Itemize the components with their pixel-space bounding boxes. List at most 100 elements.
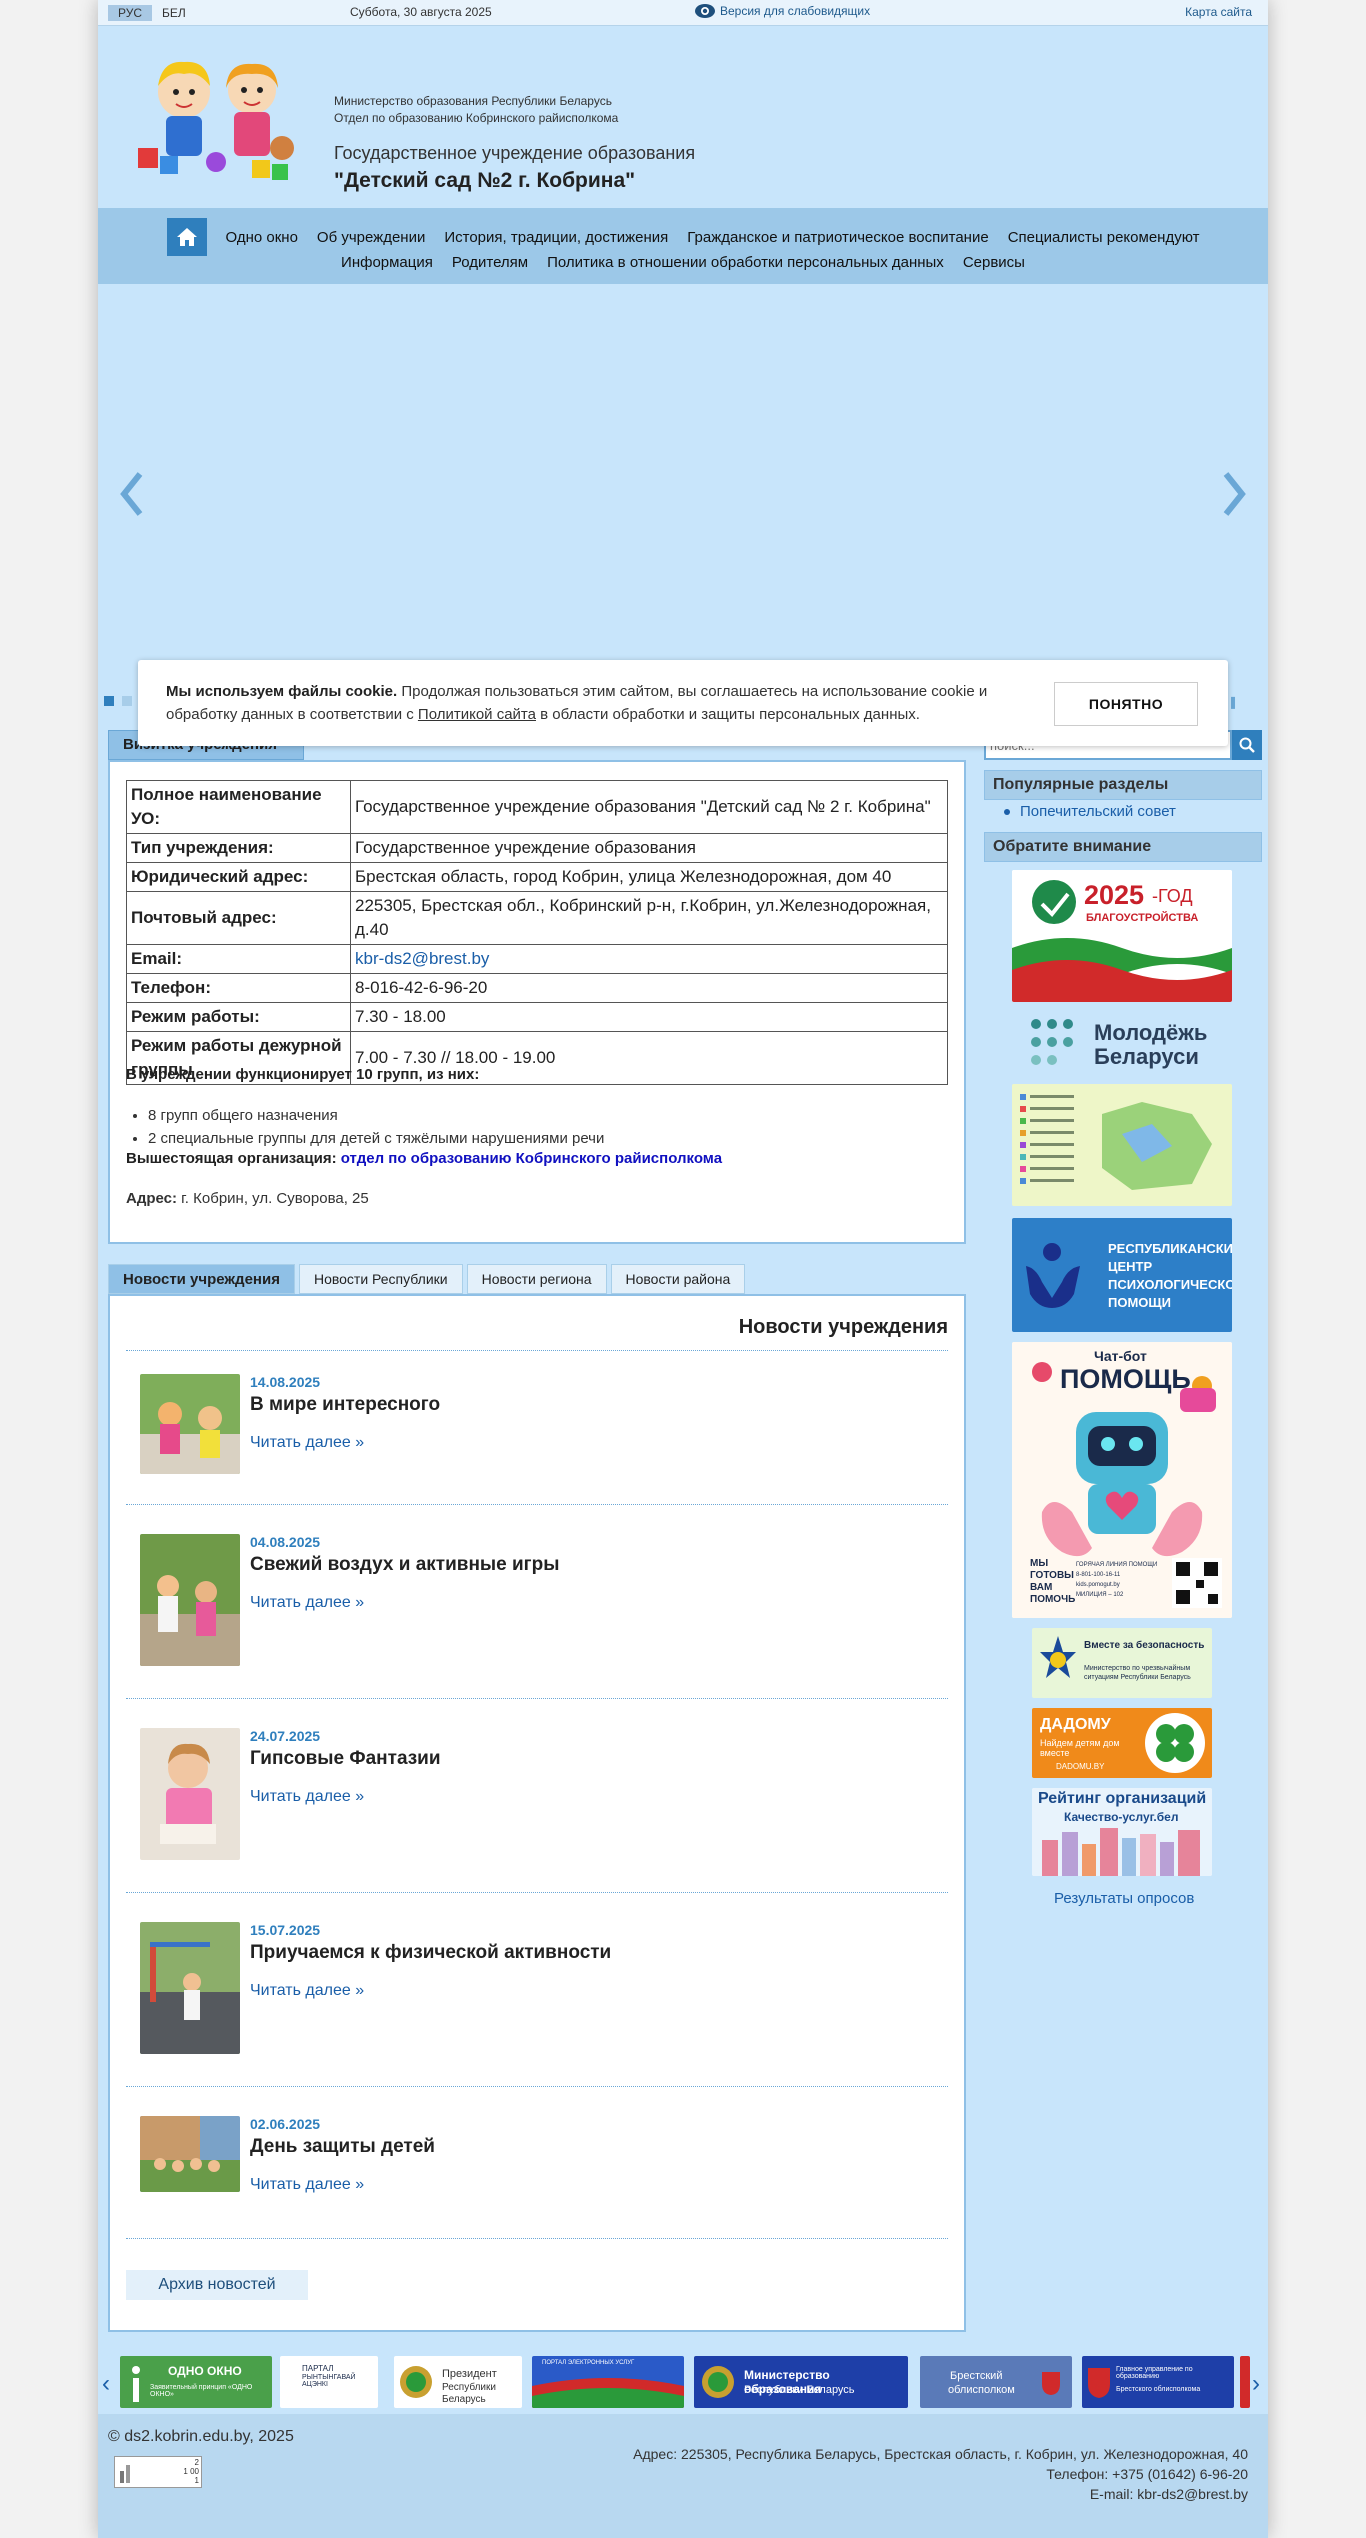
news-thumbnail[interactable] bbox=[140, 1374, 240, 1474]
banner-youth-belarus[interactable]: Молодёжь Беларуси bbox=[1012, 1010, 1232, 1072]
chatbot-title1: Чат-бот bbox=[1094, 1348, 1147, 1364]
partner-logo[interactable]: ПАРТАЛ РЫНТЫНГАВАЙ АЦЭНКІ bbox=[280, 2356, 378, 2408]
news-card: Новости учреждения 14.08.2025 В мире инт… bbox=[108, 1294, 966, 2332]
psych-center-line1: РЕСПУБЛИКАНСКИЙ bbox=[1108, 1241, 1232, 1256]
partner-logo[interactable]: Президент Республики Беларусь bbox=[394, 2356, 522, 2408]
table-row: Почтовый адрес: 225305, Брестская обл., … bbox=[126, 891, 948, 945]
nav-item-services[interactable]: Сервисы bbox=[963, 254, 1025, 271]
home-button[interactable] bbox=[166, 218, 207, 256]
superior-link[interactable]: отдел по образованию Кобринского райиспо… bbox=[341, 1150, 722, 1167]
lang-ru[interactable]: РУС bbox=[108, 5, 153, 21]
chatbot-info: ГОРЯЧАЯ ЛИНИЯ ПОМОЩИ 8-801-100-16-11 kid… bbox=[1076, 1560, 1166, 1600]
table-row: Полное наименование УО: Государственное … bbox=[126, 780, 948, 834]
banner-safety[interactable]: Вместе за безопасность Министерство по ч… bbox=[1032, 1628, 1212, 1698]
nav-item-civic-education[interactable]: Гражданское и патриотическое воспитание bbox=[687, 229, 988, 246]
visit-counter[interactable]: 2 1 00 1 bbox=[114, 2456, 202, 2488]
counter-value-1: 2 bbox=[194, 2458, 199, 2467]
news-title[interactable]: Гипсовые Фантазии bbox=[250, 1748, 441, 1770]
sitemap-link[interactable]: Карта сайта bbox=[1185, 5, 1252, 19]
news-thumbnail[interactable] bbox=[140, 2116, 240, 2192]
news-thumbnail[interactable] bbox=[140, 1922, 240, 2054]
slider-dot[interactable] bbox=[122, 696, 132, 706]
cookie-text-2: в области обработки и защиты персональны… bbox=[535, 706, 920, 723]
slider-prev-icon[interactable] bbox=[112, 464, 152, 524]
partner-logo-line2: облисполком bbox=[948, 2384, 1015, 2396]
partner-logo[interactable]: Министерство образования Республики Бела… bbox=[694, 2356, 908, 2408]
table-row: Режим работы: 7.30 - 18.00 bbox=[126, 1002, 948, 1032]
banner-psych-center[interactable]: РЕСПУБЛИКАНСКИЙ ЦЕНТР ПСИХОЛОГИЧЕСКОЙ ПО… bbox=[1012, 1218, 1232, 1332]
safety-line2: Министерство по чрезвычайным ситуациям Р… bbox=[1084, 1665, 1191, 1681]
chatbot-info-2: 8-801-100-16-11 bbox=[1076, 1572, 1121, 1578]
read-more-link[interactable]: Читать далее » bbox=[250, 1982, 364, 2000]
nav-item-one-window[interactable]: Одно окно bbox=[226, 229, 298, 246]
trustee-council-link[interactable]: Попечительский совет bbox=[1020, 803, 1176, 820]
row-value: Государственное учреждение образования bbox=[350, 833, 948, 863]
map-icon bbox=[1012, 1084, 1232, 1206]
news-archive-button[interactable]: Архив новостей bbox=[126, 2270, 308, 2300]
news-thumbnail[interactable] bbox=[140, 1534, 240, 1666]
read-more-link[interactable]: Читать далее » bbox=[250, 1594, 364, 1612]
list-item: 8 групп общего назначения bbox=[148, 1104, 604, 1127]
carousel-prev-icon[interactable]: ‹ bbox=[102, 2370, 110, 2398]
banner-map[interactable] bbox=[1012, 1084, 1232, 1206]
footer-email[interactable]: E-mail: kbr-ds2@brest.by bbox=[1090, 2486, 1248, 2502]
partner-logo[interactable]: Главное управление по образованию Брестс… bbox=[1082, 2356, 1234, 2408]
news-title[interactable]: Приучаемся к физической активности bbox=[250, 1942, 611, 1964]
read-more-link[interactable]: Читать далее » bbox=[250, 1788, 364, 1806]
survey-results-link[interactable]: Результаты опросов bbox=[1054, 1890, 1194, 1907]
tab-republic-news[interactable]: Новости Республики bbox=[298, 1264, 463, 1294]
ministry-emblem-icon bbox=[702, 2366, 734, 2398]
chatbot-side-1: МЫ bbox=[1030, 1558, 1049, 1569]
bullet bbox=[1004, 809, 1010, 815]
banner-rating[interactable]: Рейтинг организаций Качество-услуг.бел bbox=[1032, 1788, 1212, 1876]
slider-dot[interactable] bbox=[104, 696, 114, 706]
nav-item-history[interactable]: История, традиции, достижения bbox=[444, 229, 668, 246]
partner-logo[interactable]: Брестский облисполком bbox=[920, 2356, 1072, 2408]
row-label: Режим работы: bbox=[126, 1002, 351, 1032]
carousel-next-icon[interactable]: › bbox=[1252, 2370, 1260, 2398]
low-vision-link[interactable]: Версия для слабовидящих bbox=[694, 3, 870, 19]
slider-dots bbox=[104, 696, 132, 706]
news-title[interactable]: День защиты детей bbox=[250, 2136, 435, 2158]
kindergarten-logo[interactable] bbox=[132, 52, 308, 190]
news-date: 02.06.2025 bbox=[250, 2116, 321, 2132]
news-item: 04.08.2025 Свежий воздух и активные игры… bbox=[140, 1534, 948, 1684]
news-title[interactable]: В мире интересного bbox=[250, 1394, 440, 1416]
list-item: 2 специальные группы для детей с тяжёлым… bbox=[148, 1127, 604, 1150]
row-label: Почтовый адрес: bbox=[126, 891, 351, 945]
read-more-link[interactable]: Читать далее » bbox=[250, 2176, 364, 2194]
tab-institution-news[interactable]: Новости учреждения bbox=[108, 1264, 295, 1294]
cookie-bold: Мы используем файлы cookie. bbox=[166, 683, 398, 700]
read-more-link[interactable]: Читать далее » bbox=[250, 1434, 364, 1452]
partner-logo-line1: Брестский bbox=[950, 2370, 1003, 2382]
cookie-policy-link[interactable]: Политикой сайта bbox=[418, 706, 536, 723]
table-row: Телефон: 8-016-42-6-96-20 bbox=[126, 973, 948, 1003]
lang-be[interactable]: БЕЛ bbox=[152, 5, 196, 21]
tab-region-news[interactable]: Новости региона bbox=[466, 1264, 607, 1294]
nav-item-parents[interactable]: Родителям bbox=[452, 254, 528, 271]
tab-district-news[interactable]: Новости района bbox=[610, 1264, 746, 1294]
banner-improvement-year[interactable]: 2025 -ГОД БЛАГОУСТРОЙСТВА bbox=[1012, 870, 1232, 1002]
groups-title: В учреждении функционирует 10 групп, из … bbox=[126, 1066, 480, 1083]
news-title[interactable]: Свежий воздух и активные игры bbox=[250, 1554, 559, 1576]
nav-item-information[interactable]: Информация bbox=[341, 254, 433, 271]
partner-logo-partial[interactable] bbox=[1240, 2356, 1250, 2408]
info-table: Полное наименование УО: Государственное … bbox=[126, 780, 948, 1085]
attention-title: Обратите внимание bbox=[984, 832, 1262, 862]
banner-chatbot-help[interactable]: Чат-бот ПОМОЩЬ МЫ ГОТОВЫ ВАМ ПОМОЧЬ ГОРЯ… bbox=[1012, 1342, 1232, 1618]
partner-logo[interactable]: ОДНО ОКНО Заявительный принцип «ОДНО ОКН… bbox=[120, 2356, 272, 2408]
partner-logo[interactable]: ПОРТАЛ ЭЛЕКТРОННЫХ УСЛУГ bbox=[532, 2356, 684, 2408]
news-thumbnail[interactable] bbox=[140, 1728, 240, 1860]
row-value: Государственное учреждение образования "… bbox=[350, 780, 948, 834]
nav-item-privacy-policy[interactable]: Политика в отношении обработки персональ… bbox=[547, 254, 944, 271]
cookie-banner: Мы используем файлы cookie. Продолжая по… bbox=[138, 660, 1228, 746]
news-divider bbox=[126, 1698, 948, 1699]
search-button[interactable] bbox=[1232, 730, 1262, 760]
nav-item-about[interactable]: Об учреждении bbox=[317, 229, 425, 246]
banner-dadomu[interactable]: ДАДОМУ Найдем детям дом вместе DADOMU.BY bbox=[1032, 1708, 1212, 1778]
nav-item-specialists[interactable]: Специалисты рекомендуют bbox=[1008, 229, 1200, 246]
cookie-accept-button[interactable]: ПОНЯТНО bbox=[1054, 682, 1198, 726]
chatbot-info-4: МИЛИЦИЯ – 102 bbox=[1076, 1592, 1124, 1598]
email-link[interactable]: kbr-ds2@brest.by bbox=[355, 949, 489, 968]
slider-next-icon[interactable] bbox=[1214, 464, 1254, 524]
